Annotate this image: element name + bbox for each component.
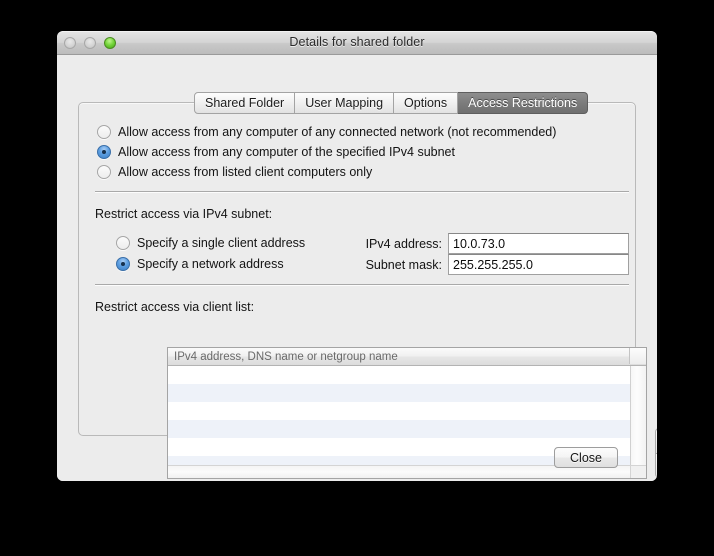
close-button[interactable]: Close [554,447,618,468]
radio-allow-specified-subnet[interactable]: Allow access from any computer of the sp… [97,145,455,159]
add-client-button[interactable]: + [655,428,657,453]
client-list-vertical-scrollbar[interactable] [630,366,646,466]
tab-access-restrictions-label: Access Restrictions [468,96,578,110]
scrollbar-corner [630,465,646,478]
tab-access-restrictions[interactable]: Access Restrictions [458,92,589,114]
radio-single-client-address-label: Specify a single client address [137,236,306,250]
add-remove-button-group: + − [655,428,657,478]
radio-allow-listed-clients-label: Allow access from listed client computer… [118,165,373,179]
remove-client-button[interactable]: − [655,453,657,478]
client-list-column-header: IPv4 address, DNS name or netgroup name [174,350,398,363]
ipv4-address-input[interactable] [448,233,629,254]
radio-allow-listed-clients-indicator[interactable] [97,165,111,179]
subnet-section-heading: Restrict access via IPv4 subnet: [95,207,273,221]
table-row[interactable] [168,384,630,402]
separator-above-client-list-section [95,284,629,285]
separator-above-subnet-section [95,191,629,192]
ipv4-address-label: IPv4 address: [365,237,442,251]
radio-allow-any-network-label: Allow access from any computer of any co… [118,125,557,139]
radio-network-address-indicator[interactable] [116,257,130,271]
window-title: Details for shared folder [289,35,425,49]
tab-options-label: Options [404,96,448,110]
window-body: Shared Folder User Mapping Options Acces… [57,55,657,481]
radio-allow-listed-clients[interactable]: Allow access from listed client computer… [97,165,372,179]
radio-allow-specified-subnet-indicator[interactable] [97,145,111,159]
tab-user-mapping[interactable]: User Mapping [295,92,395,114]
radio-single-client-address[interactable]: Specify a single client address [116,236,305,250]
table-row[interactable] [168,402,630,420]
window-titlebar: Details for shared folder [57,31,657,55]
radio-allow-specified-subnet-label: Allow access from any computer of the sp… [118,145,455,159]
tab-bar: Shared Folder User Mapping Options Acces… [194,92,589,114]
radio-allow-any-network-indicator[interactable] [97,125,111,139]
subnet-mask-label: Subnet mask: [365,258,442,272]
subnet-mask-input[interactable] [448,254,629,275]
radio-network-address-label: Specify a network address [137,257,284,271]
radio-allow-any-network[interactable]: Allow access from any computer of any co… [97,125,556,139]
tab-shared-folder-label: Shared Folder [205,96,285,110]
tab-shared-folder[interactable]: Shared Folder [194,92,296,114]
tab-options[interactable]: Options [394,92,459,114]
radio-single-client-address-indicator[interactable] [116,236,130,250]
column-resize-grip[interactable] [629,348,646,364]
table-row[interactable] [168,420,630,438]
tab-user-mapping-label: User Mapping [305,96,384,110]
table-row[interactable] [168,366,630,384]
details-window: Details for shared folder Shared Folder … [57,31,657,481]
client-list-header-row: IPv4 address, DNS name or netgroup name [168,348,646,366]
radio-network-address[interactable]: Specify a network address [116,257,284,271]
client-list-section-heading: Restrict access via client list: [95,300,255,314]
